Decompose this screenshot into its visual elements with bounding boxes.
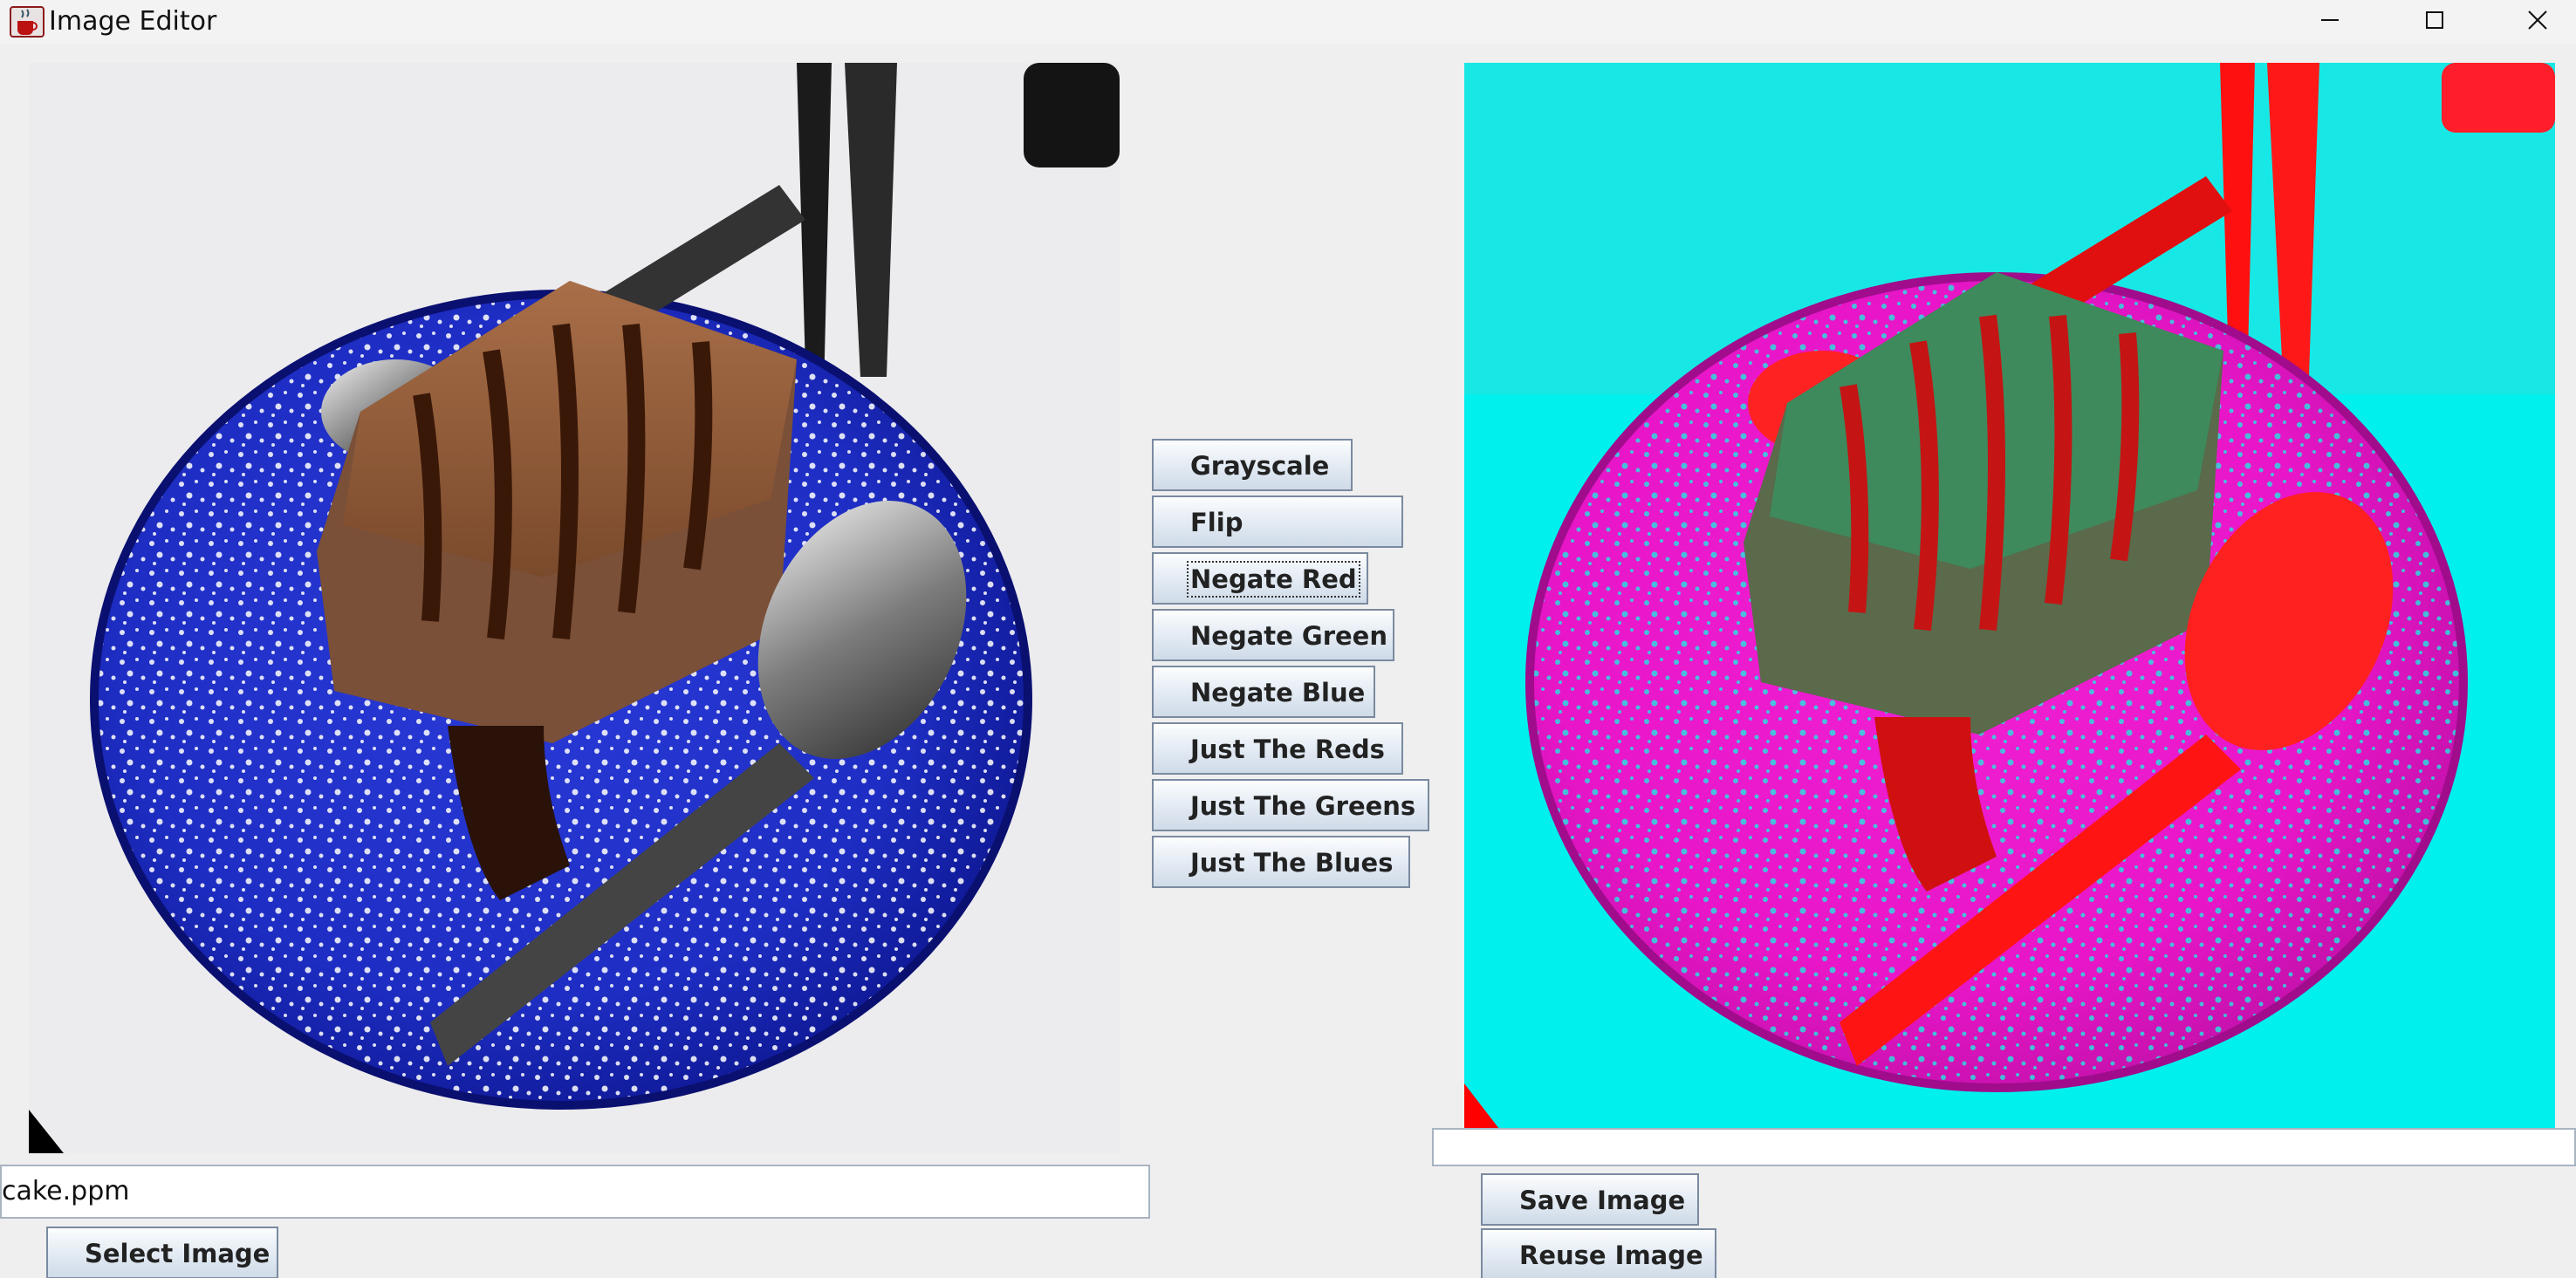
input-filename-value: cake.ppm xyxy=(2,1176,130,1206)
save-image-button[interactable]: Save Image xyxy=(1481,1173,1699,1226)
input-filename-field[interactable]: cake.ppm xyxy=(0,1165,1150,1219)
minimize-icon xyxy=(2321,19,2339,21)
just-the-greens-label: Just The Greens xyxy=(1190,791,1416,821)
maximize-button[interactable] xyxy=(2400,0,2470,40)
window-title: Image Editor xyxy=(49,6,217,37)
maximize-icon xyxy=(2426,11,2443,29)
java-coffee-cup-icon xyxy=(9,5,45,38)
reuse-image-button[interactable]: Reuse Image xyxy=(1481,1228,1716,1278)
just-the-reds-label: Just The Reds xyxy=(1190,735,1385,764)
select-image-button[interactable]: Select Image xyxy=(46,1227,278,1278)
negate-red-button[interactable]: Negate Red xyxy=(1152,552,1368,605)
image-editor-window: Image Editor Grayscale Flip Negate Red N… xyxy=(0,0,2576,1278)
filtered-cake-image xyxy=(1464,63,2555,1129)
just-the-blues-button[interactable]: Just The Blues xyxy=(1152,836,1410,888)
reuse-image-label: Reuse Image xyxy=(1519,1240,1703,1270)
negate-green-label: Negate Green xyxy=(1190,621,1387,651)
filtered-image-panel xyxy=(1464,63,2555,1129)
original-image-panel xyxy=(29,63,1120,1153)
original-cake-image xyxy=(29,63,1120,1153)
grayscale-label: Grayscale xyxy=(1190,451,1330,481)
output-filename-field[interactable] xyxy=(1432,1128,2576,1166)
flip-horizontal-button[interactable]: Flip Horizontal xyxy=(1152,495,1403,586)
just-the-greens-button[interactable]: Just The Greens xyxy=(1152,779,1429,831)
save-image-label: Save Image xyxy=(1519,1186,1686,1215)
title-bar[interactable]: Image Editor xyxy=(0,0,2576,44)
negate-green-button[interactable]: Negate Green xyxy=(1152,609,1394,661)
just-the-reds-button[interactable]: Just The Reds xyxy=(1152,722,1403,775)
select-image-label: Select Image xyxy=(85,1239,271,1268)
negate-red-label: Negate Red xyxy=(1187,561,1360,598)
grayscale-button[interactable]: Grayscale xyxy=(1152,439,1353,491)
negate-blue-label: Negate Blue xyxy=(1190,678,1366,707)
close-button[interactable] xyxy=(2503,0,2573,40)
just-the-blues-label: Just The Blues xyxy=(1190,848,1394,878)
minimize-button[interactable] xyxy=(2295,0,2365,40)
negate-blue-button[interactable]: Negate Blue xyxy=(1152,666,1375,718)
close-icon xyxy=(2528,10,2547,30)
